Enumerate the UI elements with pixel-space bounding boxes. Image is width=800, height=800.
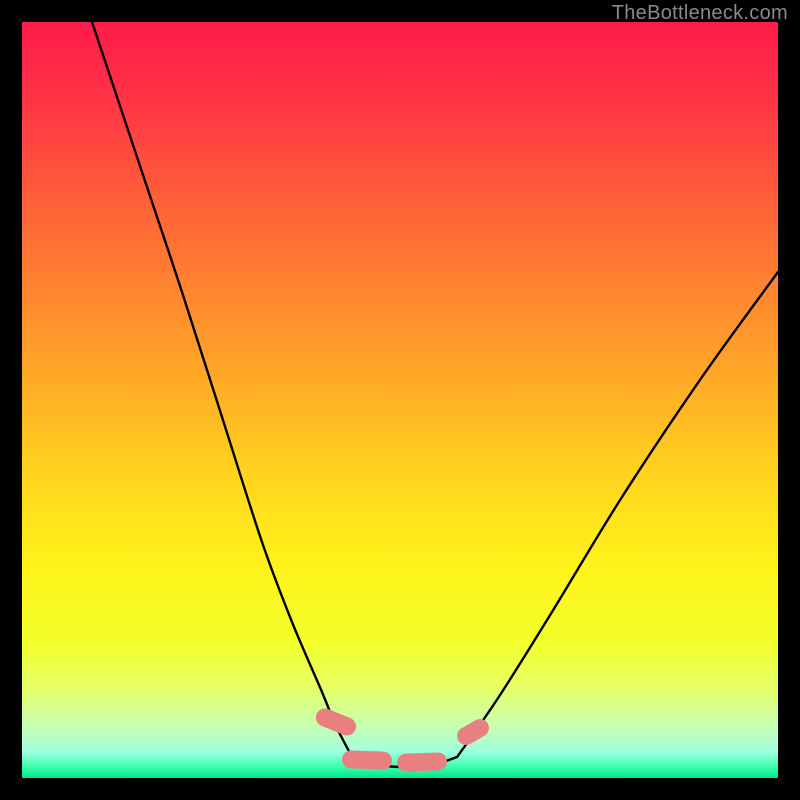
chart-frame: TheBottleneck.com — [0, 0, 800, 800]
curve-right-branch — [457, 272, 778, 757]
marker-valley-left — [342, 750, 393, 770]
watermark-text: TheBottleneck.com — [612, 2, 788, 25]
bottleneck-curve — [22, 22, 778, 778]
curve-left-branch — [92, 22, 352, 757]
plot-area — [22, 22, 778, 778]
marker-valley-right — [397, 752, 448, 772]
